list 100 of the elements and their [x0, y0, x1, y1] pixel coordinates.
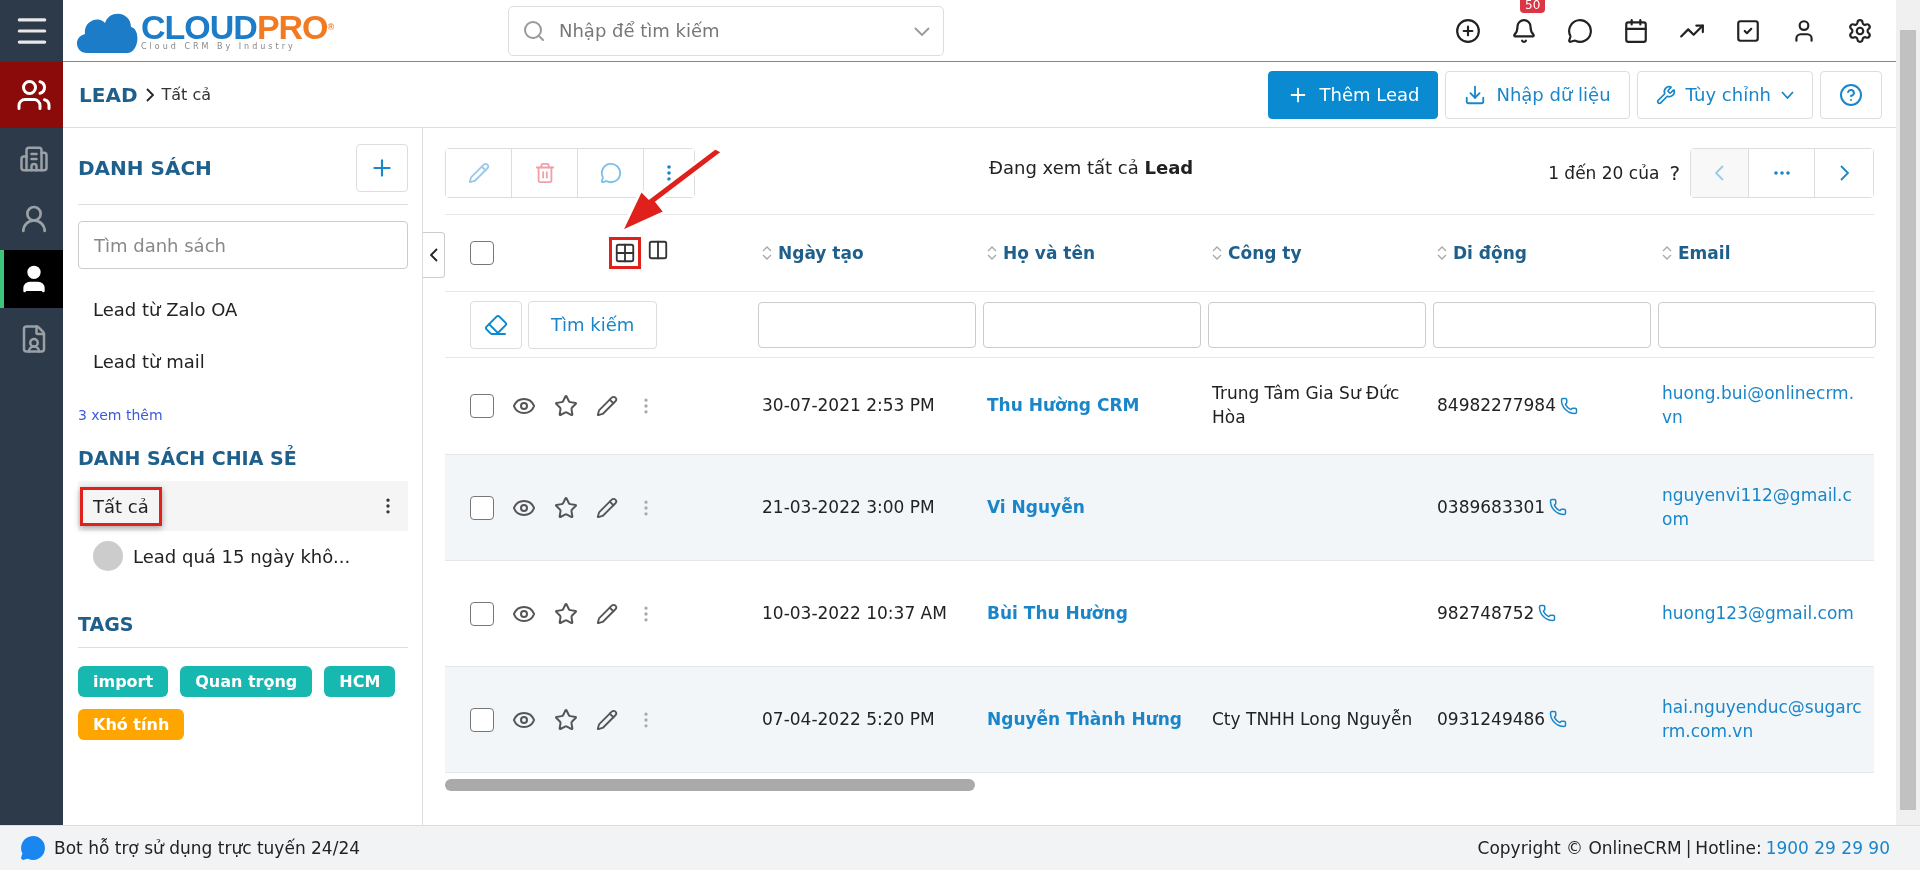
tag[interactable]: import [78, 666, 169, 697]
import-button[interactable]: Nhập dữ liệu [1445, 70, 1630, 119]
table-cell-text: 982748752 [1437, 601, 1535, 625]
add-icon[interactable] [1454, 16, 1482, 45]
email-link[interactable]: hai.nguyenduc@sugarcrm.com.vn [1658, 695, 1874, 744]
list-label: Lead quá 15 ngày khô... [132, 544, 352, 569]
lead-name-link[interactable]: Vi Nguyễn [983, 495, 1208, 520]
wrench-icon [1655, 84, 1676, 105]
checkbox[interactable] [470, 495, 494, 520]
table-cell-text: 0931249486 [1437, 707, 1546, 731]
pencil-icon[interactable] [596, 395, 618, 417]
settings-icon[interactable] [1846, 16, 1874, 45]
column-header[interactable]: Công ty [1208, 243, 1433, 263]
lead-name-link[interactable]: Bùi Thu Hường [983, 601, 1208, 626]
email-link[interactable]: huong123@gmail.com [1658, 601, 1874, 626]
pencil-icon[interactable] [596, 708, 618, 731]
column-header[interactable]: Di động [1433, 243, 1658, 263]
columns-icon [647, 239, 669, 261]
column-header[interactable]: Họ và tên [983, 243, 1208, 263]
phone-icon[interactable] [1560, 397, 1578, 415]
grid-icon [614, 242, 636, 264]
star-icon[interactable] [554, 495, 578, 520]
phone-icon[interactable] [1549, 498, 1568, 517]
list-label: Tất cả [80, 486, 162, 526]
lead-name-link[interactable]: Nguyễn Thành Hưng [983, 707, 1208, 732]
table-cell-text: 10-03-2022 10:37 AM [761, 601, 948, 625]
filter-field[interactable] [758, 301, 976, 348]
pencil-icon[interactable] [596, 496, 618, 519]
bot-support-text: Bot hỗ trợ sử dụng trực tuyến 24/24 [54, 838, 361, 858]
add-list-button[interactable] [356, 144, 408, 192]
column-header[interactable]: Ngày tạo [758, 243, 983, 263]
pencil-icon[interactable] [596, 602, 618, 625]
page-range: 1 đến 20 của [1548, 163, 1660, 183]
filter-field[interactable] [1658, 301, 1876, 348]
chevron-left-icon [429, 248, 438, 262]
phone-icon[interactable] [1538, 604, 1557, 623]
filter-field[interactable] [1433, 301, 1651, 348]
column-title: Email [1678, 243, 1731, 263]
logo-tagline: Cloud CRM By Industry [141, 42, 297, 51]
download-icon [1464, 83, 1487, 106]
avatar-icon [93, 541, 123, 571]
ellipsis-icon [1773, 171, 1790, 175]
chat-icon[interactable] [1566, 16, 1594, 45]
clear-filter-button[interactable] [470, 300, 522, 349]
eraser-icon [484, 312, 508, 337]
section-title: DANH SÁCH [78, 156, 212, 180]
shared-list-item[interactable]: Tất cả [78, 481, 408, 531]
column-title: Họ và tên [1003, 243, 1096, 263]
tag[interactable]: HCM [324, 666, 396, 697]
sort-icon [762, 245, 772, 261]
email-link[interactable]: nguyenvi112@gmail.com [1658, 483, 1874, 532]
help-icon [1839, 82, 1863, 107]
filter-field[interactable] [983, 301, 1201, 348]
trash-icon [533, 162, 556, 184]
section-title: DANH SÁCH CHIA SẺ [78, 447, 298, 469]
show-more-link[interactable]: 3 xem thêm [78, 407, 408, 423]
table-cell-text: Trung Tâm Gia Sư Đức Hòa [1211, 382, 1401, 429]
column-title: Ngày tạo [778, 243, 864, 263]
search-button[interactable]: Tìm kiếm [528, 300, 658, 349]
column-header[interactable]: Email [1658, 243, 1874, 263]
checkbox[interactable] [470, 707, 494, 732]
checkbox[interactable] [470, 241, 494, 265]
nav-item[interactable] [0, 62, 63, 128]
chevron-down-icon [914, 26, 930, 36]
tag[interactable]: Quan trọng [180, 666, 313, 697]
collapse-button[interactable] [423, 232, 445, 278]
shared-list-item[interactable]: Lead quá 15 ngày khô... [78, 531, 408, 581]
grid-layout-button[interactable] [609, 237, 641, 269]
vertical-scrollbar[interactable] [1900, 30, 1916, 810]
sort-icon [1437, 245, 1447, 261]
list-item[interactable]: Lead từ mail [78, 335, 408, 387]
list-item[interactable]: Lead từ Zalo OA [78, 283, 408, 335]
hotline-label: Hotline: [1695, 838, 1762, 858]
notification-count: 50 [1520, 0, 1546, 13]
separator: | [1685, 838, 1692, 858]
checkbox[interactable] [470, 601, 494, 626]
email-link[interactable]: huong.bui@onlinecrm.vn [1658, 382, 1874, 430]
checkbox[interactable] [470, 394, 494, 418]
lead-name-link[interactable]: Thu Hường CRM [983, 394, 1208, 418]
messenger-icon[interactable] [20, 835, 46, 861]
pencil-icon [467, 162, 490, 184]
calendar-icon[interactable] [1622, 16, 1650, 45]
horizontal-scrollbar[interactable] [445, 779, 975, 791]
caret-icon [1781, 90, 1794, 99]
add-lead-button[interactable]: Thêm Lead [1268, 70, 1439, 119]
help-button[interactable] [1820, 70, 1882, 119]
star-icon[interactable] [554, 707, 578, 732]
breadcrumb-module[interactable]: LEAD [79, 82, 138, 107]
list-search-field[interactable]: Tìm danh sách [78, 221, 408, 269]
column-title: Công ty [1228, 243, 1302, 263]
table-cell: 84982277984 [1437, 394, 1556, 418]
star-icon[interactable] [554, 394, 578, 418]
nav-item[interactable] [0, 250, 63, 308]
star-icon[interactable] [554, 601, 578, 626]
search-field[interactable]: Nhập để tìm kiếm [508, 5, 944, 56]
filter-field[interactable] [1208, 301, 1426, 348]
hotline-link[interactable]: 1900 29 29 90 [1765, 838, 1890, 858]
customize-button[interactable]: Tùy chỉnh [1636, 70, 1813, 119]
chat-icon [599, 162, 622, 184]
phone-icon[interactable] [1549, 710, 1568, 729]
